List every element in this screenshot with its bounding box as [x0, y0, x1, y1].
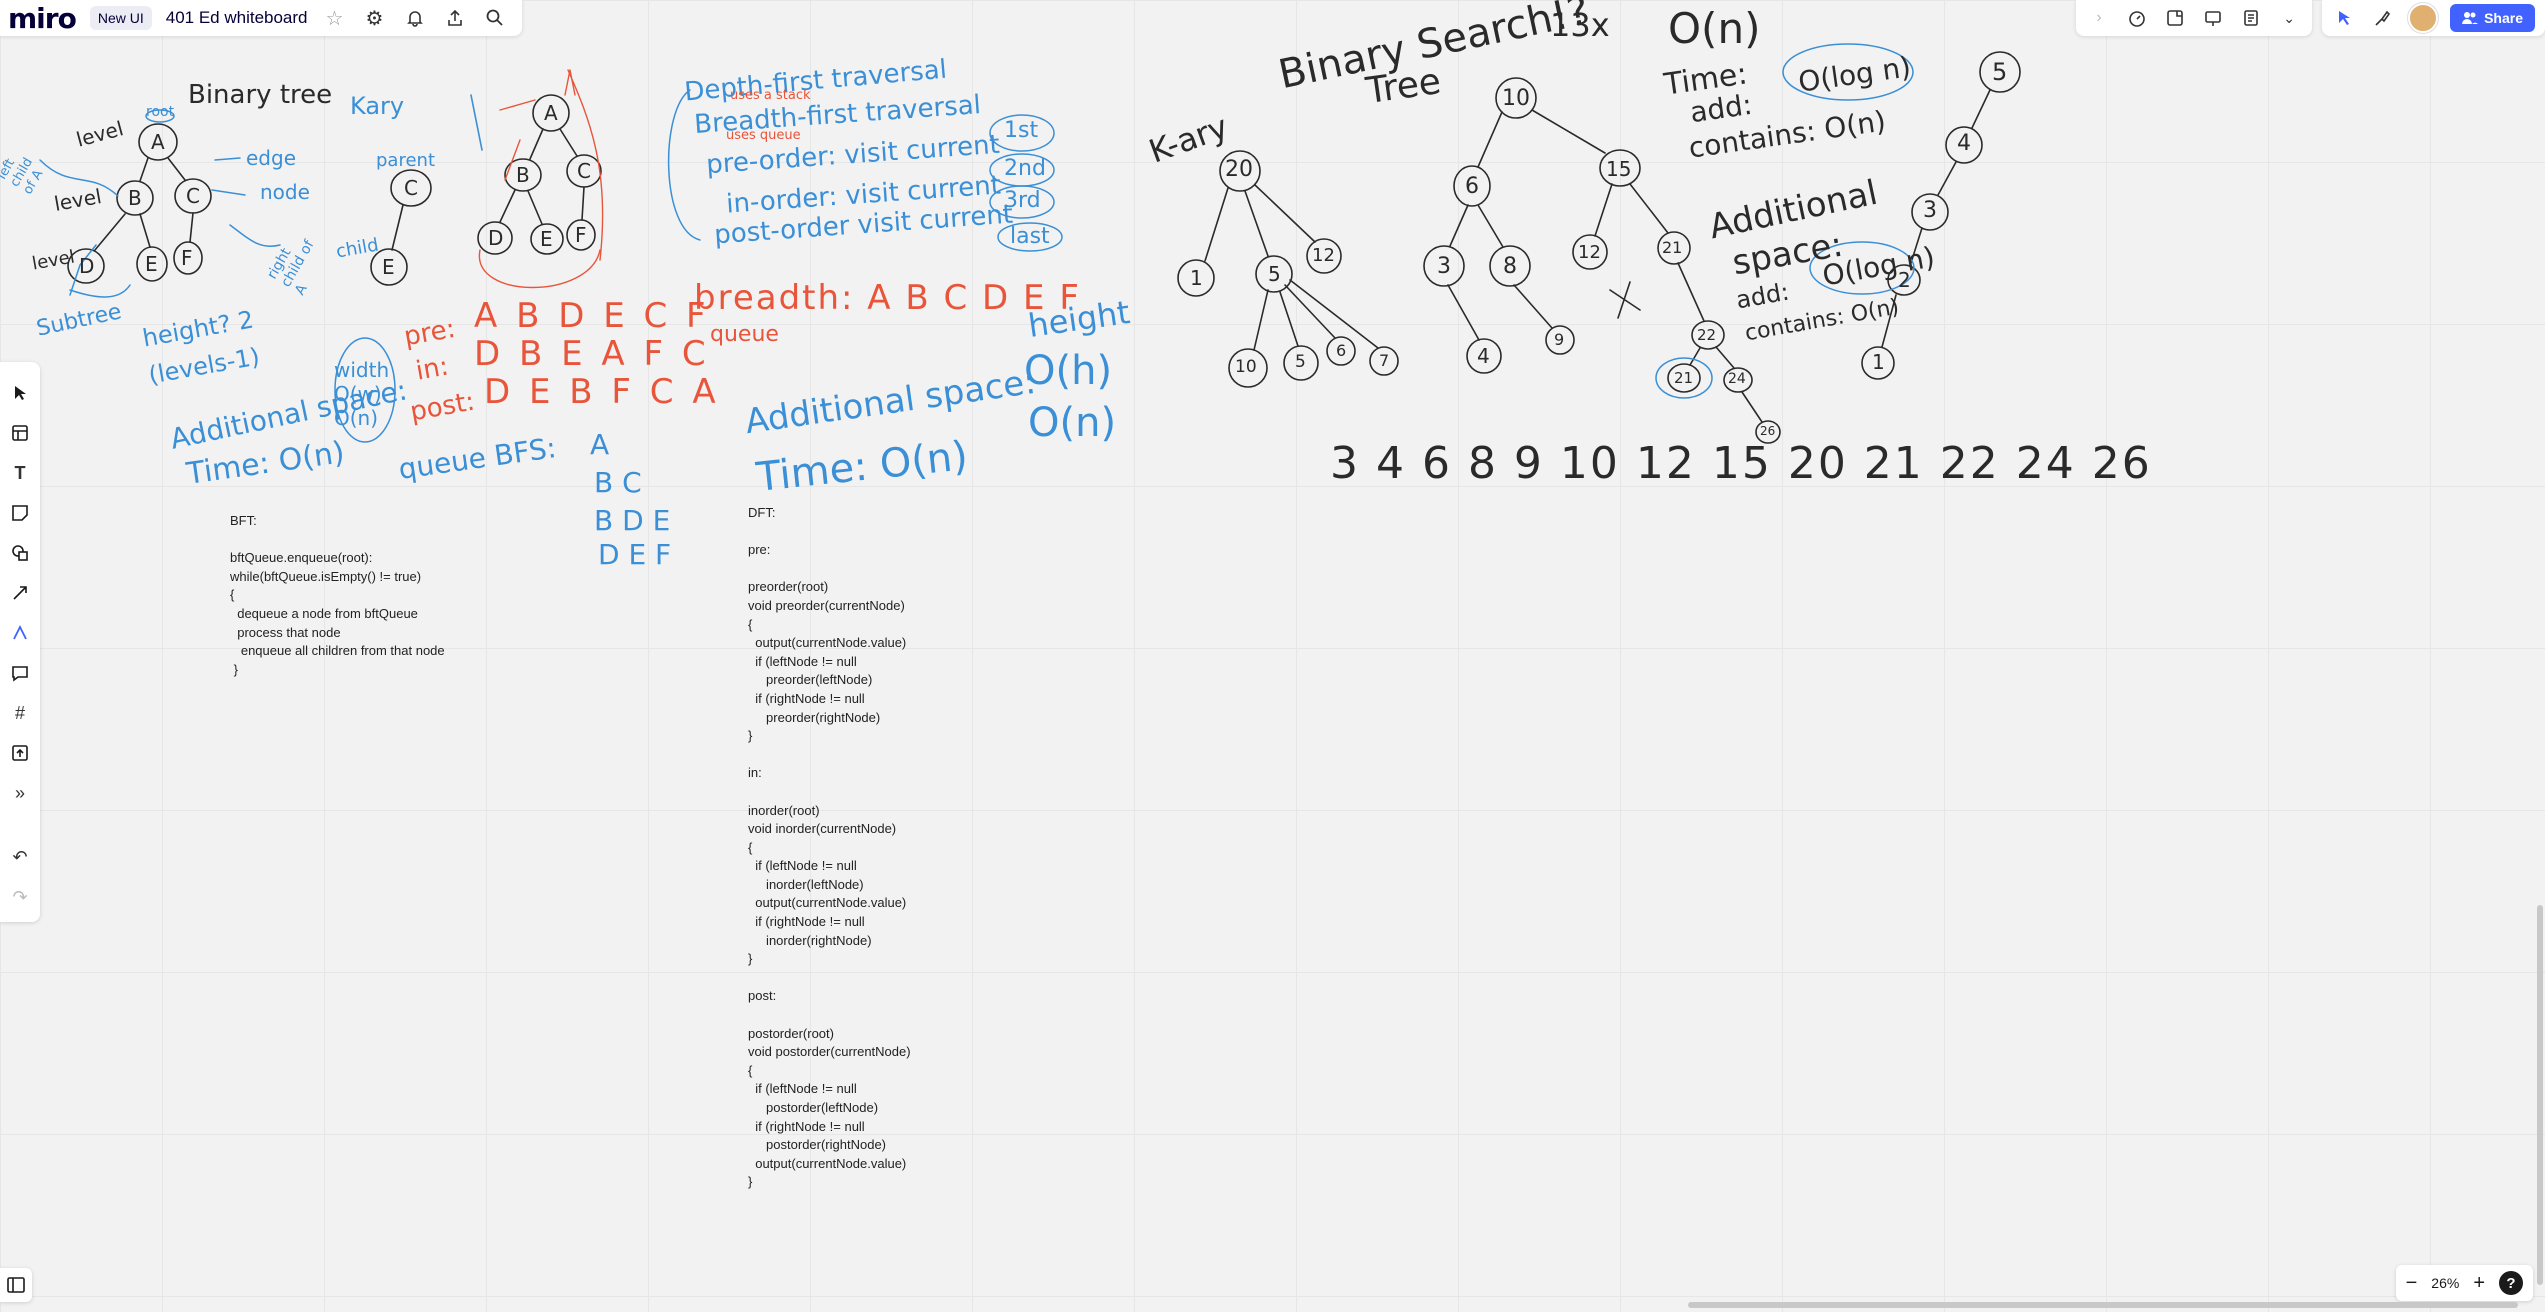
- sketch-bst[interactable]: [1423, 77, 1781, 444]
- help-button[interactable]: ?: [2499, 1271, 2523, 1295]
- miro-logo[interactable]: miro: [8, 2, 77, 35]
- pen-icon[interactable]: [0, 616, 40, 650]
- notes-icon[interactable]: [2238, 5, 2264, 31]
- zoom-out-icon[interactable]: −: [2406, 1272, 2418, 1295]
- upload-icon[interactable]: [442, 5, 468, 31]
- sketch7-highlights: [1782, 43, 1915, 295]
- gear-icon[interactable]: ⚙: [362, 5, 388, 31]
- select-tool-icon[interactable]: [0, 376, 40, 410]
- cursor-icon[interactable]: [2332, 5, 2358, 31]
- share-button[interactable]: Share: [2450, 4, 2535, 32]
- more-apps-icon[interactable]: »: [0, 776, 40, 810]
- templates-icon[interactable]: [0, 416, 40, 450]
- sketch-kary-small[interactable]: [370, 94, 483, 286]
- sketch4-brackets: [667, 89, 1063, 252]
- comment-icon[interactable]: [0, 656, 40, 690]
- sketch-degenerate-tree[interactable]: [1861, 51, 2021, 380]
- share-label: Share: [2484, 10, 2523, 26]
- connector-icon[interactable]: [0, 576, 40, 610]
- new-ui-badge[interactable]: New UI: [89, 6, 152, 30]
- top-left-bar: miro New UI 401 Ed whiteboard ☆ ⚙: [0, 0, 522, 36]
- zoom-in-icon[interactable]: +: [2473, 1272, 2485, 1295]
- board-tools-group: › ⌄: [2076, 0, 2313, 36]
- shapes-icon[interactable]: [0, 536, 40, 570]
- search-icon[interactable]: [482, 5, 508, 31]
- frames-panel-icon[interactable]: [0, 1268, 32, 1302]
- bell-icon[interactable]: [402, 5, 428, 31]
- frame-icon[interactable]: #: [0, 696, 40, 730]
- more-tools-icon[interactable]: ⌄: [2276, 5, 2302, 31]
- text-tool-icon[interactable]: T: [0, 456, 40, 490]
- upload-tool-icon[interactable]: [0, 736, 40, 770]
- left-toolbar: T # » ↶ ↷: [0, 362, 40, 922]
- redo-icon[interactable]: ↷: [0, 880, 40, 914]
- chevron-right-icon[interactable]: ›: [2086, 5, 2112, 31]
- sticky-note-icon[interactable]: [2162, 5, 2188, 31]
- sketch-kary-tree[interactable]: [1177, 150, 1399, 388]
- zoom-level[interactable]: 26%: [2431, 1275, 2459, 1291]
- bft-code-block[interactable]: BFT: bftQueue.enqueue(root): while(bftQu…: [230, 512, 445, 679]
- timer-icon[interactable]: [2124, 5, 2150, 31]
- presentation-icon[interactable]: [2200, 5, 2226, 31]
- sticky-note-tool-icon[interactable]: [0, 496, 40, 530]
- horizontal-scrollbar[interactable]: [1688, 1302, 2518, 1308]
- user-avatar[interactable]: [2408, 3, 2439, 33]
- sketch1-annotations: [39, 109, 396, 443]
- zoom-control: − 26% + ?: [2395, 1265, 2533, 1301]
- sketch-traversal-tree[interactable]: [477, 94, 602, 255]
- star-icon[interactable]: ☆: [322, 5, 348, 31]
- reactions-icon[interactable]: [2370, 5, 2396, 31]
- vertical-scrollbar[interactable]: [2537, 905, 2543, 1285]
- undo-icon[interactable]: ↶: [0, 840, 40, 874]
- collab-group: Share: [2322, 0, 2545, 36]
- top-right-bar: › ⌄ Share: [2076, 0, 2545, 36]
- dft-code-block[interactable]: DFT: pre: preorder(root) void preorder(c…: [748, 504, 911, 1192]
- board-title[interactable]: 401 Ed whiteboard: [166, 8, 308, 28]
- sketch-binary-tree[interactable]: [67, 123, 212, 284]
- users-icon: [2462, 12, 2479, 24]
